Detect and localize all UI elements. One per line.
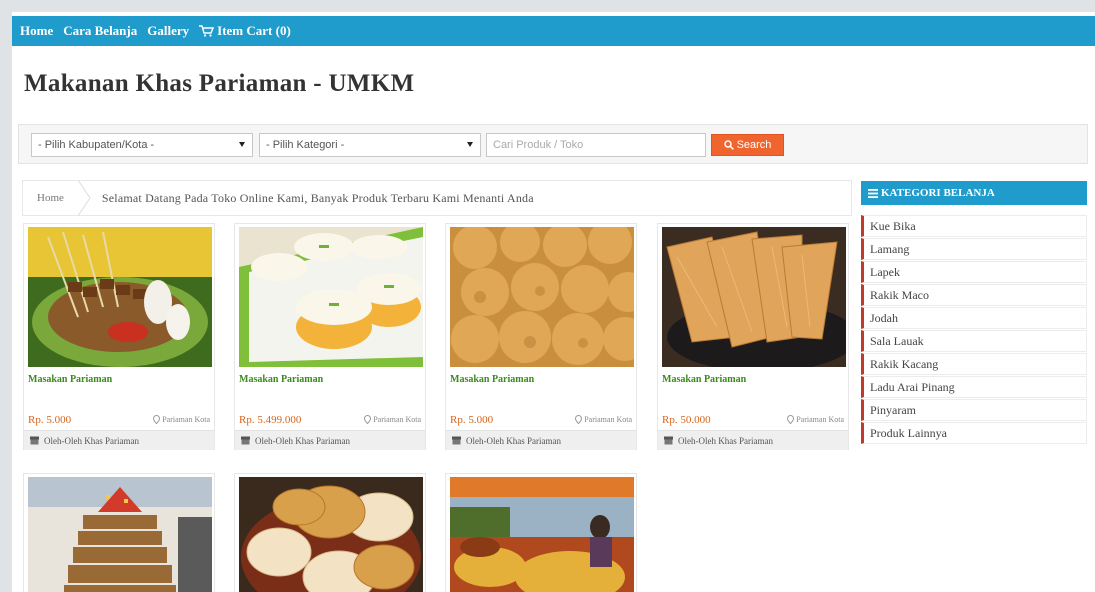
product-name[interactable]: Masakan Pariaman — [239, 374, 323, 385]
product-card[interactable]: Masakan Pariaman Rp. 5.499.000 Pariaman … — [234, 223, 426, 450]
product-location-label: Pariaman Kota — [584, 415, 632, 424]
map-marker-icon — [787, 415, 795, 424]
map-marker-icon — [364, 415, 372, 424]
product-card[interactable] — [445, 473, 637, 592]
product-location: Pariaman Kota — [153, 415, 210, 424]
product-location-label: Pariaman Kota — [796, 415, 844, 424]
breadcrumb-separator — [77, 180, 92, 216]
product-store-label: Oleh-Oleh Khas Pariaman — [44, 435, 139, 446]
product-card[interactable] — [23, 473, 215, 592]
search-icon — [723, 140, 734, 150]
product-card[interactable] — [234, 473, 426, 592]
product-name[interactable]: Masakan Pariaman — [662, 374, 746, 385]
map-marker-icon — [575, 415, 583, 424]
product-location: Pariaman Kota — [787, 415, 844, 424]
product-card[interactable]: Masakan Pariaman Rp. 5.000 Pariaman Kota… — [445, 223, 637, 450]
kategori-select[interactable]: - Pilih Kategori - — [259, 133, 481, 157]
product-store-label: Oleh-Oleh Khas Pariaman — [466, 435, 561, 446]
category-item-rakik-maco[interactable]: Rakik Maco — [861, 284, 1087, 306]
store-icon — [241, 436, 250, 445]
category-item-ladu-arai-pinang[interactable]: Ladu Arai Pinang — [861, 376, 1087, 398]
chevron-down-icon — [467, 142, 473, 147]
top-navbar: Home Cara Belanja Gallery Item Cart (0) — [12, 16, 1095, 46]
nav-cart-label: Item Cart (0) — [217, 23, 291, 38]
shopping-cart-icon — [199, 25, 215, 37]
search-button-label: Search — [736, 139, 772, 151]
page-title: Makanan Khas Pariaman - UMKM — [24, 70, 415, 97]
product-store[interactable]: Oleh-Oleh Khas Pariaman — [658, 430, 848, 450]
nav-cart-link[interactable]: Item Cart (0) — [199, 23, 291, 39]
product-image-food-stall[interactable] — [450, 477, 634, 592]
nav-cara-belanja-link[interactable]: Cara Belanja — [63, 23, 137, 39]
product-price: Rp. 5.000 — [450, 414, 494, 426]
category-header-label: KATEGORI BELANJA — [881, 187, 995, 199]
category-item-jodah[interactable]: Jodah — [861, 307, 1087, 329]
kategori-select-value: - Pilih Kategori - — [266, 139, 345, 151]
page: Home Cara Belanja Gallery Item Cart (0) … — [12, 12, 1095, 592]
product-store[interactable]: Oleh-Oleh Khas Pariaman — [24, 430, 214, 450]
chevron-down-icon — [239, 142, 245, 147]
product-image-kue-bolu[interactable] — [450, 227, 634, 367]
nav-home-link[interactable]: Home — [20, 23, 53, 39]
product-store-label: Oleh-Oleh Khas Pariaman — [678, 435, 773, 446]
product-name[interactable]: Masakan Pariaman — [450, 374, 534, 385]
search-button[interactable]: Search — [711, 134, 784, 156]
product-name[interactable]: Masakan Pariaman — [28, 374, 112, 385]
product-location-label: Pariaman Kota — [373, 415, 421, 424]
search-input[interactable]: Cari Produk / Toko — [486, 133, 706, 157]
category-item-lapek[interactable]: Lapek — [861, 261, 1087, 283]
category-header: KATEGORI BELANJA — [861, 181, 1087, 205]
product-image-tower-cakes[interactable] — [28, 477, 212, 592]
product-price: Rp. 50.000 — [662, 414, 711, 426]
category-item-produk-lainnya[interactable]: Produk Lainnya — [861, 422, 1087, 444]
product-location: Pariaman Kota — [364, 415, 421, 424]
product-location: Pariaman Kota — [575, 415, 632, 424]
map-marker-icon — [153, 415, 161, 424]
nav-gallery-link[interactable]: Gallery — [147, 23, 189, 39]
product-store[interactable]: Oleh-Oleh Khas Pariaman — [235, 430, 425, 450]
product-store-label: Oleh-Oleh Khas Pariaman — [255, 435, 350, 446]
product-image-sate[interactable] — [28, 227, 212, 367]
welcome-message: Selamat Datang Pada Toko Online Kami, Ba… — [101, 190, 534, 205]
product-image-kue-lapis[interactable] — [239, 227, 423, 367]
category-item-lamang[interactable]: Lamang — [861, 238, 1087, 260]
kabupaten-select-value: - Pilih Kabupaten/Kota - — [38, 139, 155, 151]
store-icon — [30, 436, 39, 445]
kabupaten-select[interactable]: - Pilih Kabupaten/Kota - — [31, 133, 253, 157]
breadcrumb: Home Selamat Datang Pada Toko Online Kam… — [22, 180, 852, 216]
category-item-pinyaram[interactable]: Pinyaram — [861, 399, 1087, 421]
category-item-rakik-kacang[interactable]: Rakik Kacang — [861, 353, 1087, 375]
list-icon — [868, 188, 878, 198]
product-card[interactable]: Masakan Pariaman Rp. 5.000 Pariaman Kota… — [23, 223, 215, 450]
product-image-kerupuk[interactable] — [662, 227, 846, 367]
store-icon — [664, 436, 673, 445]
product-price: Rp. 5.499.000 — [239, 414, 302, 426]
product-card[interactable]: Masakan Pariaman Rp. 50.000 Pariaman Kot… — [657, 223, 849, 450]
filter-bar: - Pilih Kabupaten/Kota - - Pilih Kategor… — [18, 124, 1088, 164]
product-store[interactable]: Oleh-Oleh Khas Pariaman — [446, 430, 636, 450]
product-location-label: Pariaman Kota — [162, 415, 210, 424]
product-image-pancakes[interactable] — [239, 477, 423, 592]
breadcrumb-home-link[interactable]: Home — [23, 181, 78, 215]
category-item-kue-bika[interactable]: Kue Bika — [861, 215, 1087, 237]
category-item-sala-lauak[interactable]: Sala Lauak — [861, 330, 1087, 352]
product-price: Rp. 5.000 — [28, 414, 72, 426]
category-list: Kue Bika Lamang Lapek Rakik Maco Jodah S… — [861, 215, 1087, 445]
store-icon — [452, 436, 461, 445]
